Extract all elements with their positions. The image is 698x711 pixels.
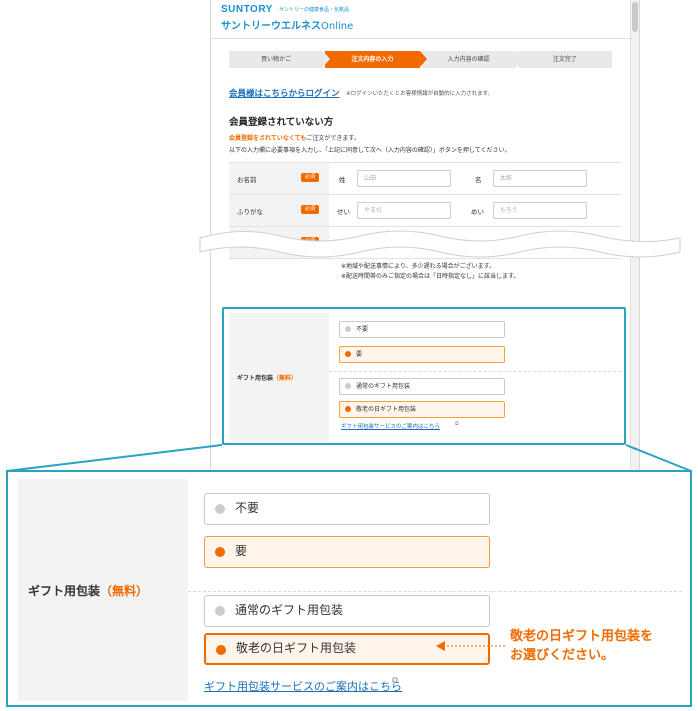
callout-line: 敬老の日ギフト用包装を — [510, 629, 654, 644]
guest-section-title: 会員登録されていない方 — [229, 117, 334, 128]
guest-instruction: 以下の入力欄に必要事項を入力し、「上記に同意して次へ（入力内容の確認）」ボタンを… — [229, 147, 511, 154]
gift-divider — [188, 591, 682, 592]
option-label: 不要 — [235, 501, 260, 515]
step-complete: 注文完了 — [517, 51, 612, 68]
option-label: 要 — [235, 544, 248, 558]
guest-note-rest: ご注文ができます。 — [306, 135, 360, 142]
gift-guide-link-zoomed[interactable]: ギフト用包装サービスのご案内はこちら — [204, 678, 402, 694]
checkout-steps: 買い物かご 注文内容の入力 入力内容の確認 注文完了 — [229, 51, 614, 68]
step-order-input: 注文内容の入力 — [325, 51, 427, 68]
callout-line: お選びください。 — [510, 648, 615, 663]
torn-edge-divider — [199, 230, 681, 258]
gift-type-normal-zoomed[interactable]: 通常のギフト用包装 — [204, 595, 490, 627]
guest-note-emphasis: 会員登録をされていなくても — [229, 135, 307, 142]
delivery-note: ※配送時間帯のみご指定の場合は「日時指定なし」に該当します。 — [341, 273, 520, 280]
first-name-input[interactable]: 太郎 — [493, 170, 587, 187]
first-name-label: 名 — [475, 176, 482, 184]
option-label: 敬老の日ギフト用包装 — [236, 641, 357, 655]
member-login-link[interactable]: 会員様はこちらからログイン — [229, 87, 340, 99]
suntory-logo[interactable]: SUNTORY — [221, 4, 273, 15]
external-link-icon: ⧉ — [392, 676, 399, 686]
step-confirm: 入力内容の確認 — [421, 51, 524, 68]
option-label: 通常のギフト用包装 — [235, 603, 344, 617]
last-name-input[interactable]: 山田 — [357, 170, 451, 187]
last-name-kana-input[interactable]: やまだ — [357, 202, 451, 219]
callout-arrow-icon — [436, 641, 506, 651]
logo-tagline: サントリーの健康食品・化粧品 — [279, 7, 350, 13]
zoomed-gift-content: ギフト用包装（無料） 不要 要 通常のギフト用包装 敬老の日ギフト用包装 ギフト… — [18, 479, 682, 701]
last-name-kana-label: せい — [337, 208, 350, 216]
zoomed-gift-section: ギフト用包装（無料） 不要 要 通常のギフト用包装 敬老の日ギフト用包装 ギフト… — [6, 470, 692, 707]
name-label: お名前 — [237, 176, 257, 184]
guest-note: 会員登録をされていなくてもご注文ができます。 — [229, 133, 360, 142]
site-name-suffix: Online — [321, 21, 354, 32]
furigana-label: ふりがな — [237, 208, 263, 216]
gift-wrapping-label-zoomed: ギフト用包装（無料） — [28, 582, 148, 599]
highlight-frame — [222, 307, 626, 445]
site-name[interactable]: サントリーウエルネスOnline — [221, 17, 353, 32]
radio-on-icon — [216, 645, 226, 655]
gift-option-none-zoomed[interactable]: 不要 — [204, 493, 490, 525]
radio-on-icon — [215, 547, 225, 557]
gift-label-text: ギフト用包装 — [28, 584, 101, 598]
radio-off-icon — [215, 606, 225, 616]
step-cart: 買い物かご — [229, 51, 331, 68]
gift-option-yes-zoomed[interactable]: 要 — [204, 536, 490, 568]
header-divider — [211, 38, 632, 39]
form-label-cell: お名前 必須 — [229, 163, 329, 194]
required-badge: 必須 — [301, 205, 319, 214]
first-name-kana-label: めい — [471, 208, 484, 216]
login-note: ※ログインいただくとお客様情報が自動的に入力されます。 — [346, 91, 494, 97]
radio-off-icon — [215, 504, 225, 514]
site-name-main: サントリーウエルネス — [221, 21, 321, 32]
scroll-thumb[interactable] — [632, 2, 638, 32]
first-name-kana-input[interactable]: たろう — [493, 202, 587, 219]
last-name-label: 姓 — [339, 176, 346, 184]
gift-label-free: （無料） — [100, 584, 149, 598]
form-row-name: お名前 必須 姓 山田 名 太郎 — [229, 163, 621, 195]
instruction-callout: 敬老の日ギフト用包装を お選びください。 — [510, 627, 653, 665]
required-badge: 必須 — [301, 173, 319, 182]
